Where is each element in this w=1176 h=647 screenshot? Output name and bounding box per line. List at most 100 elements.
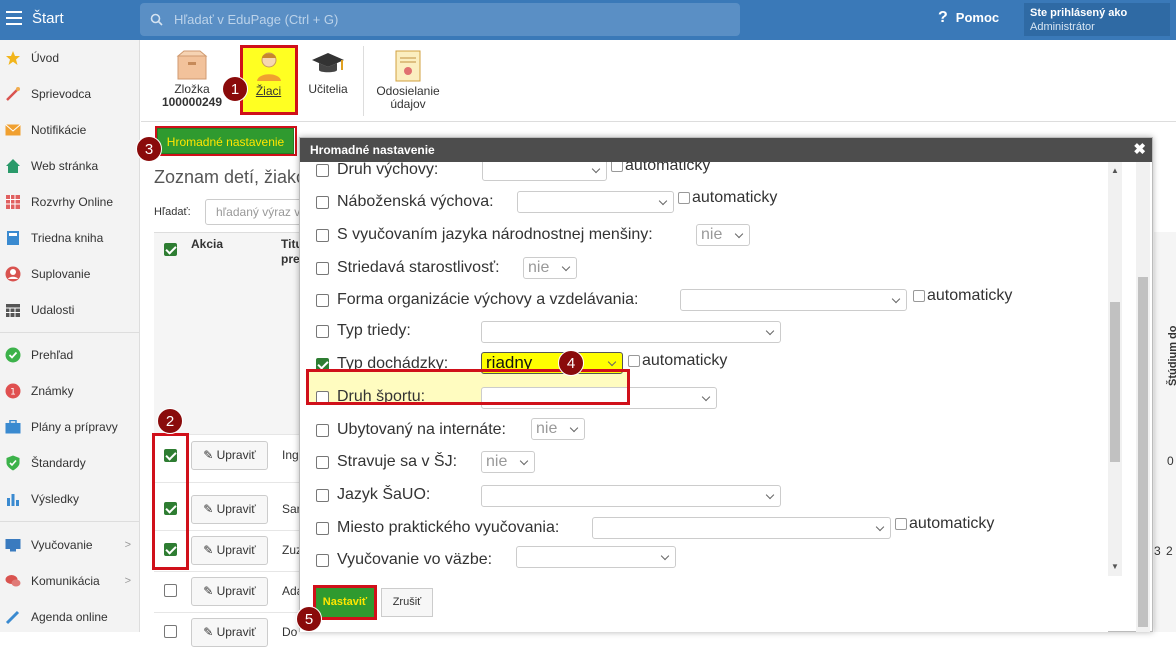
- teachers-button[interactable]: Učitelia: [306, 50, 350, 96]
- app-title[interactable]: Štart: [32, 10, 64, 27]
- field-checkbox[interactable]: [316, 521, 329, 535]
- field-checkbox[interactable]: [316, 553, 329, 567]
- auto-checkbox[interactable]: [678, 192, 690, 204]
- chevron-right-icon: >: [124, 539, 131, 551]
- sidebar-item-label: Udalosti: [31, 303, 75, 317]
- check-circle-icon: [5, 347, 21, 363]
- select-all-checkbox[interactable]: [164, 243, 177, 256]
- field-checkbox[interactable]: [316, 324, 329, 338]
- row-name: Sar: [282, 502, 301, 516]
- edit-icon: ✎: [203, 502, 217, 516]
- field-checkbox[interactable]: [316, 228, 329, 242]
- field-druh-vychovy: Druh výchovy:: [316, 162, 438, 184]
- sidebar-item-vyucovanie[interactable]: Vyučovanie >: [0, 527, 139, 563]
- auto-checkbox[interactable]: [895, 518, 907, 530]
- auto-option[interactable]: automaticky: [913, 287, 1012, 305]
- field-typ-triedy: Typ triedy:: [316, 317, 411, 345]
- edit-button[interactable]: ✎ Upraviť: [191, 441, 268, 470]
- sidebar-item-agenda[interactable]: Agenda online: [0, 599, 139, 635]
- sidebar-item-udalosti[interactable]: Udalosti: [0, 292, 139, 328]
- select-forma-organizacie[interactable]: [680, 289, 907, 311]
- sidebar-item-web[interactable]: Web stránka: [0, 148, 139, 184]
- svg-text:1: 1: [10, 388, 16, 398]
- sidebar-item-znamky[interactable]: 1 Známky: [0, 373, 139, 409]
- field-forma-organizacie: Forma organizácie výchovy a vzdelávania:: [316, 286, 638, 314]
- field-checkbox[interactable]: [316, 455, 329, 469]
- field-label: Jazyk ŠaUO:: [337, 486, 431, 503]
- person-icon: [5, 266, 21, 282]
- help-label: Pomoc: [955, 10, 1000, 25]
- auto-checkbox[interactable]: [913, 290, 925, 302]
- field-label: Typ triedy:: [337, 322, 411, 339]
- sidebar-item-vysledky[interactable]: Výsledky: [0, 481, 139, 517]
- step-marker: 5: [296, 606, 322, 632]
- sidebar-item-label: Štandardy: [31, 456, 86, 470]
- select-striedava-starostlivost[interactable]: nie: [523, 257, 577, 279]
- field-checkbox[interactable]: [316, 163, 329, 177]
- edit-button[interactable]: ✎ Upraviť: [191, 577, 268, 606]
- sending-data-label: Odosielanie údajov: [376, 84, 440, 111]
- field-label: Náboženská výchova:: [337, 193, 494, 210]
- select-stravuje-sa[interactable]: nie: [481, 451, 535, 473]
- scroll-up-icon[interactable]: ▲: [1111, 166, 1119, 175]
- edit-button[interactable]: ✎ Upraviť: [191, 618, 268, 647]
- auto-option[interactable]: automaticky: [628, 352, 727, 370]
- sidebar-item-sprievodca[interactable]: Sprievodca: [0, 76, 139, 112]
- scroll-thumb[interactable]: [1110, 302, 1120, 462]
- auto-checkbox[interactable]: [611, 162, 623, 172]
- sidebar-item-uvod[interactable]: Úvod: [0, 40, 139, 76]
- auto-checkbox[interactable]: [628, 355, 640, 367]
- sidebar-item-suplovanie[interactable]: Suplovanie: [0, 256, 139, 292]
- global-search-input[interactable]: Hľadať v EduPage (Ctrl + G): [140, 3, 740, 36]
- select-druh-vychovy[interactable]: [482, 162, 607, 181]
- auto-option[interactable]: automaticky: [611, 162, 710, 175]
- bar-chart-icon: [5, 491, 21, 507]
- select-vyucovanie-vazba[interactable]: [516, 546, 676, 568]
- cell-value: 2: [1166, 544, 1173, 558]
- edit-button[interactable]: ✎ Upraviť: [191, 536, 268, 565]
- sidebar-item-notifikacie[interactable]: Notifikácie: [0, 112, 139, 148]
- auto-option[interactable]: automaticky: [895, 515, 994, 533]
- sending-data-button[interactable]: Odosielanie údajov: [373, 50, 443, 111]
- field-checkbox[interactable]: [316, 195, 329, 209]
- edit-icon: ✎: [203, 584, 217, 598]
- field-checkbox[interactable]: [316, 293, 329, 307]
- row-divider: [154, 571, 299, 572]
- question-icon: ?: [938, 9, 948, 26]
- select-nabozenska-vychova[interactable]: [517, 191, 674, 213]
- hamburger-menu-icon[interactable]: [6, 11, 22, 25]
- scroll-down-icon[interactable]: ▼: [1111, 562, 1119, 571]
- sidebar-item-triedna-kniha[interactable]: Triedna kniha: [0, 220, 139, 256]
- dialog-scrollbar[interactable]: ▲ ▼: [1108, 162, 1122, 576]
- auto-label: automaticky: [642, 352, 728, 369]
- page-scrollbar[interactable]: [1136, 162, 1150, 632]
- page-scroll-thumb[interactable]: [1138, 277, 1148, 627]
- row-checkbox[interactable]: [164, 584, 177, 597]
- auto-option[interactable]: automaticky: [678, 189, 777, 207]
- select-jazyk-sauo[interactable]: [481, 485, 781, 507]
- select-typ-triedy[interactable]: [481, 321, 781, 343]
- folder-button[interactable]: Zložka 100000249: [161, 50, 223, 109]
- page-title: Zoznam detí, žiakov: [154, 167, 316, 187]
- wand-icon: [5, 86, 21, 102]
- user-box[interactable]: Ste prihlásený ako Administrátor: [1024, 3, 1170, 36]
- sidebar-item-standardy[interactable]: Štandardy: [0, 445, 139, 481]
- field-checkbox[interactable]: [316, 423, 329, 437]
- field-checkbox[interactable]: [316, 488, 329, 502]
- select-ubytovany[interactable]: nie: [531, 418, 585, 440]
- select-jazyk-mensiny[interactable]: nie: [696, 224, 750, 246]
- help-link[interactable]: ? Pomoc: [938, 9, 999, 27]
- select-miesto-praktickeho[interactable]: [592, 517, 891, 539]
- edit-label: Upraviť: [216, 502, 256, 516]
- calendar-icon: [5, 302, 21, 318]
- edit-button[interactable]: ✎ Upraviť: [191, 495, 268, 524]
- sidebar-item-rozvrhy[interactable]: Rozvrhy Online: [0, 184, 139, 220]
- sidebar-item-plany[interactable]: Plány a prípravy: [0, 409, 139, 445]
- close-icon[interactable]: ✖: [1133, 138, 1146, 162]
- auto-label: automaticky: [909, 515, 995, 532]
- cancel-button[interactable]: Zrušiť: [381, 588, 433, 617]
- field-checkbox[interactable]: [316, 261, 329, 275]
- sidebar-item-prehlad[interactable]: Prehľad: [0, 337, 139, 373]
- field-stravuje-sa: Stravuje sa v ŠJ:: [316, 448, 457, 476]
- sidebar-item-komunikacia[interactable]: Komunikácia >: [0, 563, 139, 599]
